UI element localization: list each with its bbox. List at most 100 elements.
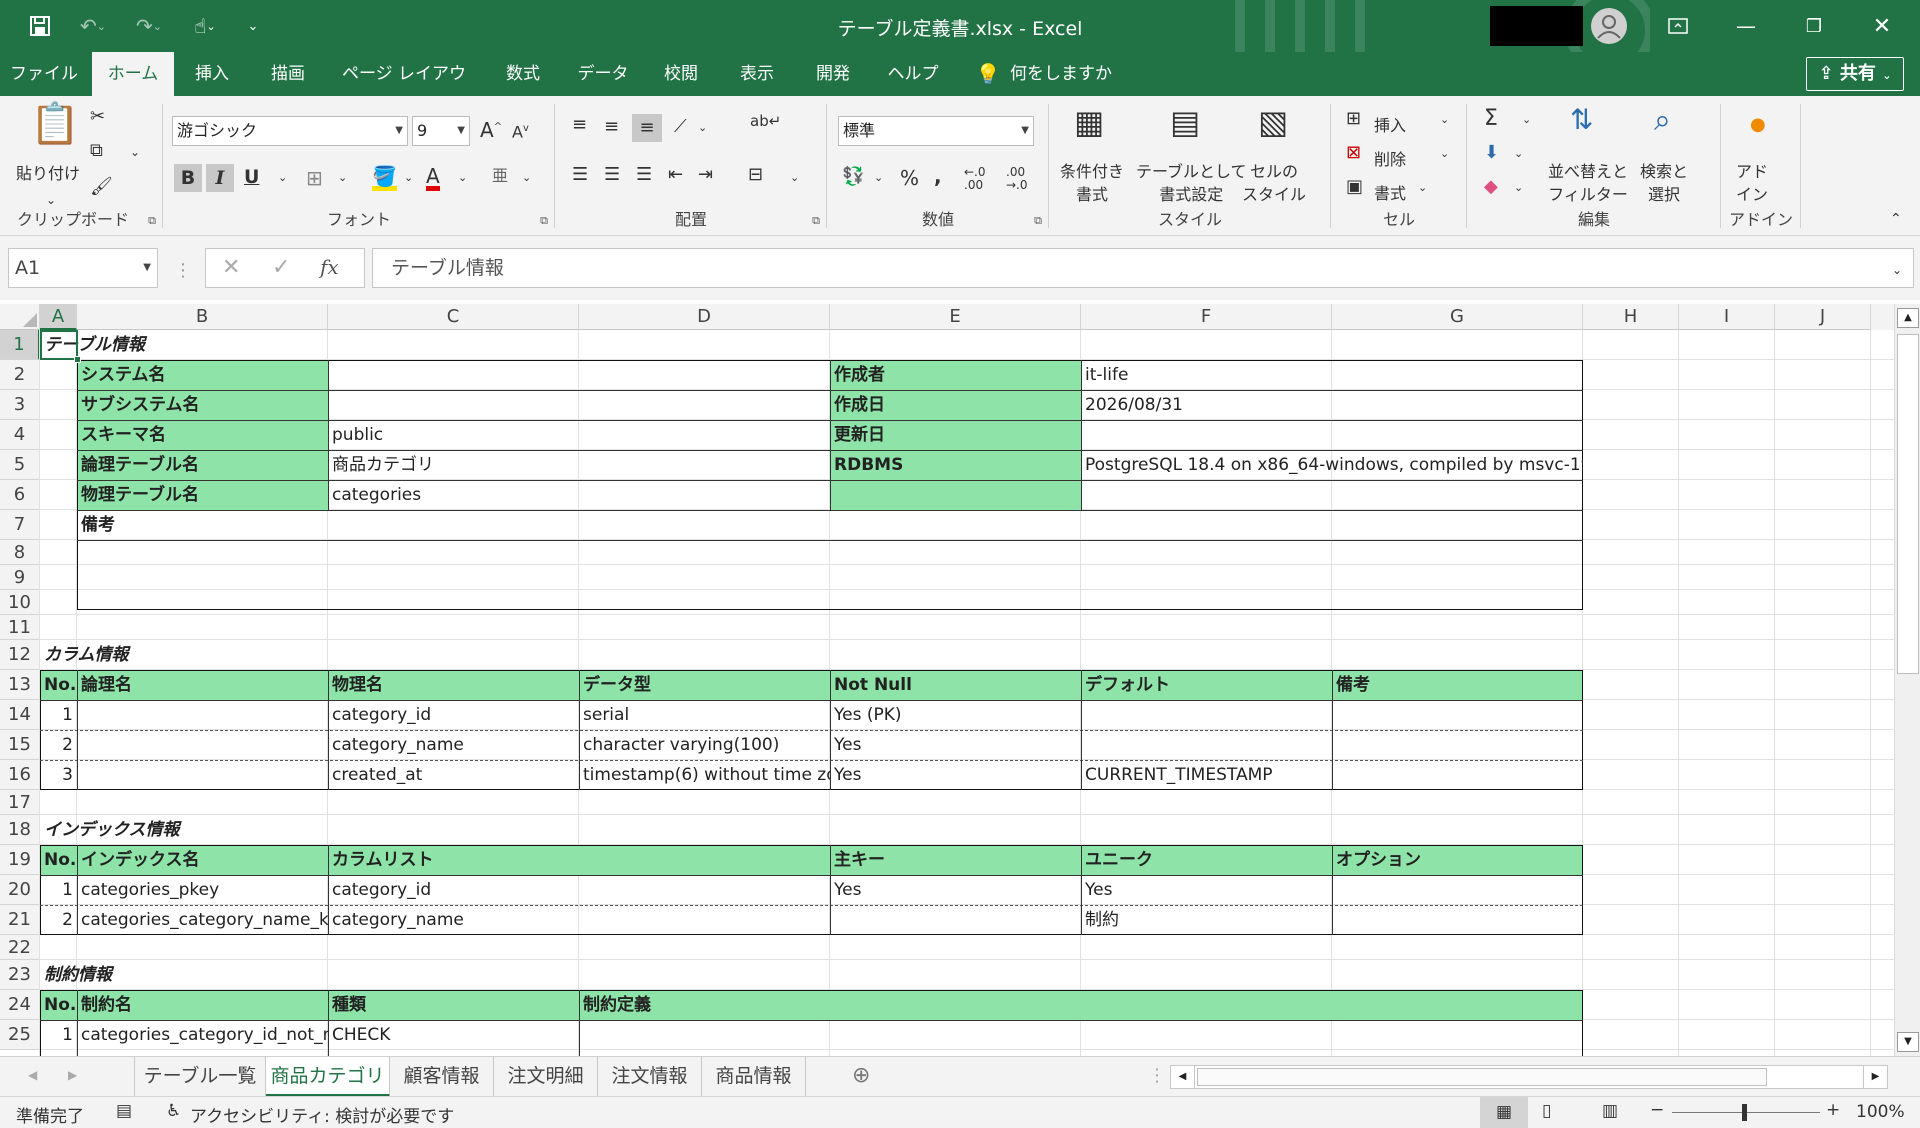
avatar[interactable] <box>1591 8 1627 44</box>
close-icon[interactable]: ✕ <box>1852 0 1912 52</box>
format-painter-icon[interactable]: 🖌 <box>90 178 113 196</box>
paste-button[interactable]: 貼り付け <box>16 160 80 184</box>
row-header[interactable]: 3 <box>0 390 40 420</box>
row-header[interactable]: 24 <box>0 990 40 1020</box>
row-header[interactable]: 20 <box>0 875 40 905</box>
column-table-cell[interactable]: Yes (PK) <box>830 700 1081 730</box>
fill-dropdown-icon[interactable]: ⌄ <box>404 172 413 183</box>
row-header[interactable]: 11 <box>0 615 40 640</box>
align-right-icon[interactable]: ☰ <box>636 166 652 184</box>
restore-icon[interactable]: ❐ <box>1784 0 1844 52</box>
delete-dropdown-icon[interactable]: ⌄ <box>1440 148 1449 159</box>
align-left-icon[interactable]: ☰ <box>572 166 588 184</box>
tab-home[interactable]: ホーム <box>92 52 174 96</box>
addin-button[interactable]: アド イン <box>1736 160 1768 206</box>
tab-insert[interactable]: 挿入 <box>180 52 244 96</box>
physical-table-value[interactable]: categories <box>328 480 830 510</box>
index-info-title[interactable]: インデックス情報 <box>40 815 340 845</box>
delete-cells-button[interactable]: 削除 <box>1374 146 1406 170</box>
tab-data[interactable]: データ <box>568 52 638 96</box>
fill-icon[interactable]: ⬇ <box>1484 144 1499 162</box>
constraint-info-title[interactable]: 制約情報 <box>40 960 340 990</box>
sheet-tab[interactable]: テーブル一覧 <box>134 1057 266 1097</box>
row-header[interactable]: 23 <box>0 960 40 990</box>
clear-icon[interactable]: ◆ <box>1484 178 1498 196</box>
index-table-cell[interactable]: 制約 <box>1081 905 1332 935</box>
tab-view[interactable]: 表示 <box>724 52 790 96</box>
column-header-G[interactable]: G <box>1332 304 1583 330</box>
collapse-ribbon-icon[interactable]: ⌃ <box>1890 212 1902 226</box>
insert-function-icon[interactable]: fx <box>320 257 339 277</box>
autosum-icon[interactable]: Σ <box>1484 108 1498 130</box>
paste-dropdown-icon[interactable]: ⌄ <box>46 194 56 206</box>
column-table-cell[interactable]: Yes <box>830 730 1081 760</box>
row-header[interactable]: 21 <box>0 905 40 935</box>
row-header[interactable]: 17 <box>0 790 40 815</box>
comma-style-icon[interactable]: , <box>934 166 942 186</box>
align-bottom-icon[interactable]: ≡ <box>632 114 662 142</box>
scroll-right-icon[interactable]: ▶ <box>1863 1066 1887 1088</box>
column-table-cell[interactable]: Yes <box>830 760 1081 790</box>
index-table-cell[interactable]: 1 <box>40 875 77 905</box>
bold-button[interactable]: B <box>174 164 202 192</box>
column-header-E[interactable]: E <box>830 304 1081 330</box>
cut-icon[interactable]: ✂ <box>90 108 105 126</box>
index-table-cell[interactable]: categories_category_name_key <box>77 905 328 935</box>
sort-filter-icon[interactable]: ⇅ <box>1570 106 1593 134</box>
schema-name-value[interactable]: public <box>328 420 830 450</box>
column-table-cell[interactable]: created_at <box>328 760 579 790</box>
expand-formula-icon[interactable]: ⌄ <box>1892 264 1902 276</box>
tell-me-search[interactable]: 何をしますか <box>1010 52 1130 96</box>
addin-icon[interactable]: ● <box>1750 116 1766 134</box>
vertical-scrollbar[interactable]: ▲ ▼ <box>1894 304 1920 1056</box>
index-table-cell[interactable]: Yes <box>830 875 1081 905</box>
cell-styles-icon[interactable]: ▧ <box>1258 106 1288 138</box>
worksheet-grid[interactable]: A B C D E F G H I J 1 2 3 4 5 6 7 8 9 10 11 12 13 14 1… <box>0 304 1894 1056</box>
accessibility-icon[interactable]: ♿ <box>166 1101 181 1121</box>
index-table-cell[interactable]: category_name <box>328 905 830 935</box>
number-format-combo[interactable]: 標準 ▼ <box>838 116 1034 146</box>
row-header[interactable]: 15 <box>0 730 40 760</box>
column-header-B[interactable]: B <box>77 304 328 330</box>
macro-record-icon[interactable]: ▤ <box>116 1101 132 1121</box>
sheet-tab[interactable]: 商品情報 <box>702 1057 806 1097</box>
decrease-decimal-icon[interactable]: .00 →.0 <box>1006 166 1028 192</box>
tab-file[interactable]: ファイル <box>6 52 82 96</box>
accounting-dropdown-icon[interactable]: ⌄ <box>874 172 883 183</box>
underline-dropdown-icon[interactable]: ⌄ <box>278 172 287 183</box>
tab-review[interactable]: 校閲 <box>648 52 714 96</box>
column-table-cell[interactable]: CURRENT_TIMESTAMP <box>1081 760 1332 790</box>
conditional-format-icon[interactable]: ▦ <box>1074 106 1104 138</box>
cell-A1-title[interactable]: テーブル情報 <box>40 330 360 360</box>
tab-page-layout[interactable]: ページ レイアウト <box>334 52 474 128</box>
column-header-F[interactable]: F <box>1081 304 1332 330</box>
created-date-value[interactable]: 2026/08/31 <box>1081 390 1583 420</box>
column-table-cell[interactable]: 2 <box>40 730 77 760</box>
scroll-left-icon[interactable]: ◀ <box>1171 1066 1195 1088</box>
column-table-cell[interactable]: category_name <box>328 730 579 760</box>
sheet-tab[interactable]: 顧客情報 <box>390 1057 494 1097</box>
row-header[interactable]: 16 <box>0 760 40 790</box>
conditional-format-button[interactable]: 条件付き 書式 <box>1060 160 1124 206</box>
normal-view-icon[interactable]: ▦ <box>1480 1097 1528 1128</box>
name-box[interactable]: A1 ▼ <box>8 248 158 288</box>
index-table-cell[interactable]: 2 <box>40 905 77 935</box>
clear-dropdown-icon[interactable]: ⌄ <box>1514 182 1523 193</box>
paste-icon[interactable]: 📋 <box>30 104 80 144</box>
font-color-dropdown-icon[interactable]: ⌄ <box>458 172 467 183</box>
clipboard-launcher-icon[interactable]: ⧉ <box>148 214 156 228</box>
row-header[interactable]: 7 <box>0 510 40 540</box>
column-table-cell[interactable]: serial <box>579 700 830 730</box>
enter-icon[interactable]: ✓ <box>272 257 290 279</box>
tab-help[interactable]: ヘルプ <box>876 52 950 96</box>
insert-dropdown-icon[interactable]: ⌄ <box>1440 114 1449 125</box>
row-header[interactable]: 2 <box>0 360 40 390</box>
sheet-tab-active[interactable]: 商品カテゴリ <box>266 1057 390 1097</box>
format-dropdown-icon[interactable]: ⌄ <box>1418 182 1427 193</box>
row-header[interactable]: 9 <box>0 565 40 590</box>
horizontal-scrollbar[interactable]: ◀ ▶ <box>1170 1065 1888 1089</box>
row-header[interactable]: 25 <box>0 1020 40 1050</box>
format-cells-button[interactable]: 書式 <box>1374 180 1406 204</box>
percent-icon[interactable]: % <box>900 168 919 188</box>
scroll-thumb[interactable] <box>1897 334 1919 674</box>
